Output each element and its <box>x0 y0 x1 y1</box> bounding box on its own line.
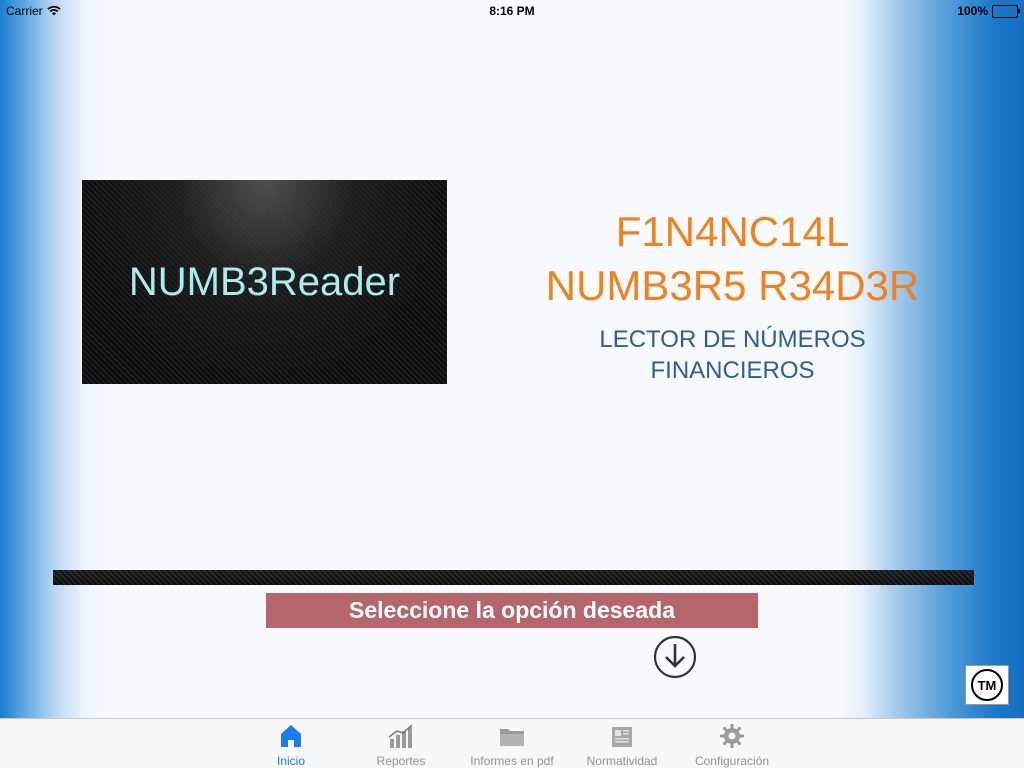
tab-label-reportes: Reportes <box>376 754 426 768</box>
tab-normatividad[interactable]: Normatividad <box>582 722 662 768</box>
trademark-icon: TM <box>971 669 1003 701</box>
tab-label-normatividad: Normatividad <box>586 754 658 768</box>
bar-chart-icon <box>388 724 413 748</box>
section-divider <box>53 570 974 585</box>
tab-inicio[interactable]: Inicio <box>266 722 316 768</box>
app-screen: Carrier 8:16 PM 100% NUMB3Reader F1N4NC1… <box>0 0 1024 768</box>
subtitle-line-2: FINANCIEROS <box>650 357 815 384</box>
tab-label-configuracion: Configuración <box>694 754 770 768</box>
battery-icon <box>992 4 1020 18</box>
app-logo: NUMB3Reader <box>82 180 447 384</box>
status-bar: Carrier 8:16 PM 100% <box>0 0 1024 22</box>
status-time: 8:16 PM <box>489 4 535 18</box>
title-line-2: NUMB3R5 R34D3R <box>545 262 920 309</box>
tab-informes-pdf[interactable]: Informes en pdf <box>465 722 559 768</box>
down-arrow-button[interactable] <box>652 634 698 680</box>
select-option-banner: Seleccione la opción deseada <box>266 593 758 628</box>
tab-label-inicio: Inicio <box>276 754 305 768</box>
title-line-1: F1N4NC14L <box>615 208 850 255</box>
battery-percent: 100% <box>957 4 988 18</box>
tab-label-informes-pdf: Informes en pdf <box>470 754 554 768</box>
newspaper-icon <box>612 727 632 747</box>
subtitle-line-1: LECTOR DE NÚMEROS <box>599 326 866 353</box>
tab-reportes[interactable]: Reportes <box>366 722 436 768</box>
home-icon <box>281 725 301 747</box>
gear-icon <box>720 724 744 748</box>
logo-text: NUMB3Reader <box>128 259 401 304</box>
tab-bar: Inicio Reportes Informes en pdf Normativ… <box>0 718 1024 768</box>
battery-indicator: 100% <box>957 4 1020 18</box>
trademark-text: TM <box>977 677 997 693</box>
folder-icon <box>500 729 524 746</box>
trademark-badge[interactable]: TM <box>965 665 1009 705</box>
tab-configuracion[interactable]: Configuración <box>690 722 774 768</box>
